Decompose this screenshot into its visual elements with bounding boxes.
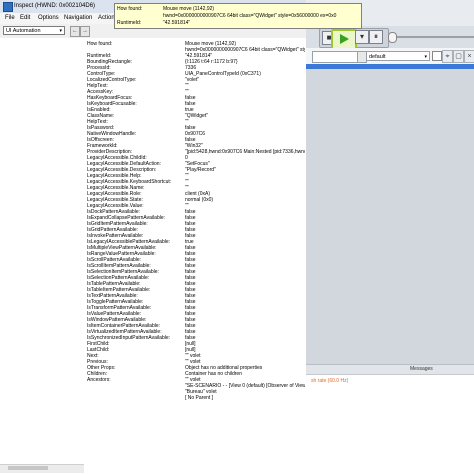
refresh-rate-text: sh rate (60.0 Hz) — [311, 378, 349, 384]
tooltip-value: Mouse move (1142,92) — [163, 6, 215, 12]
view-select[interactable]: default ▾ — [366, 51, 430, 61]
inspect-app-icon — [3, 2, 13, 12]
messages-label: Messages — [410, 366, 433, 372]
menu-navigation[interactable]: Navigation — [64, 15, 92, 21]
automation-mode-value: UI Automation — [6, 28, 41, 34]
inspect-window: Inspect (HWND: 0x002104D6) File Edit Opt… — [0, 0, 306, 474]
menu-file[interactable]: File — [5, 15, 15, 21]
tooltip-key: RuntimeId: — [117, 20, 142, 26]
background-input-field[interactable] — [312, 51, 358, 63]
properties-pane[interactable]: How found: Mouse move (1142,92) hwnd=0x000… — [84, 38, 306, 474]
view-select-value: default — [369, 54, 386, 60]
background-viewport — [306, 64, 474, 364]
play-icon — [340, 34, 349, 44]
tooltip-key: How found: — [117, 6, 143, 12]
pin-icon[interactable]: ⌖ — [442, 50, 453, 63]
back-arrow-icon[interactable]: ← — [70, 26, 80, 37]
element-tree-pane[interactable] — [0, 38, 85, 474]
tooltip-value: "42.591814" — [163, 20, 191, 26]
window-icon[interactable]: ▢ — [453, 50, 464, 63]
chevron-down-icon: ▾ — [424, 54, 427, 60]
menu-action[interactable]: Action — [98, 15, 115, 21]
tooltip-value: hwnd=0x0000000000907C6 64bit class="QWid… — [163, 13, 337, 19]
pause-icon[interactable]: ⏸ — [369, 30, 383, 44]
hover-tooltip: How found: Mouse move (1142,92) hwnd=0x0… — [114, 3, 362, 29]
speed-slider-handle[interactable] — [388, 32, 397, 43]
speed-slider-track[interactable] — [388, 36, 474, 38]
automation-mode-select[interactable]: UI Automation ▾ — [3, 26, 65, 35]
menu-options[interactable]: Options — [38, 15, 59, 21]
play-record-button[interactable] — [331, 29, 357, 50]
property-value: [ No Parent ] — [185, 395, 214, 401]
menu-edit[interactable]: Edit — [20, 15, 30, 21]
close-icon[interactable]: × — [464, 50, 474, 63]
property-row[interactable]: [ No Parent ] — [87, 395, 304, 401]
window-title: Inspect (HWND: 0x002104D6) — [14, 3, 96, 9]
forward-arrow-icon[interactable]: → — [80, 26, 90, 37]
properties-list: How found: Mouse move (1142,92) hwnd=0x000… — [87, 41, 305, 401]
background-checkbox[interactable] — [432, 51, 442, 61]
tree-scrollbar-thumb[interactable] — [8, 466, 48, 470]
chevron-down-icon: ▾ — [59, 28, 62, 34]
dropdown-arrow-icon[interactable]: ▾ — [355, 30, 369, 44]
messages-header: Messages — [306, 364, 474, 375]
selection-highlight-bar — [306, 64, 474, 69]
